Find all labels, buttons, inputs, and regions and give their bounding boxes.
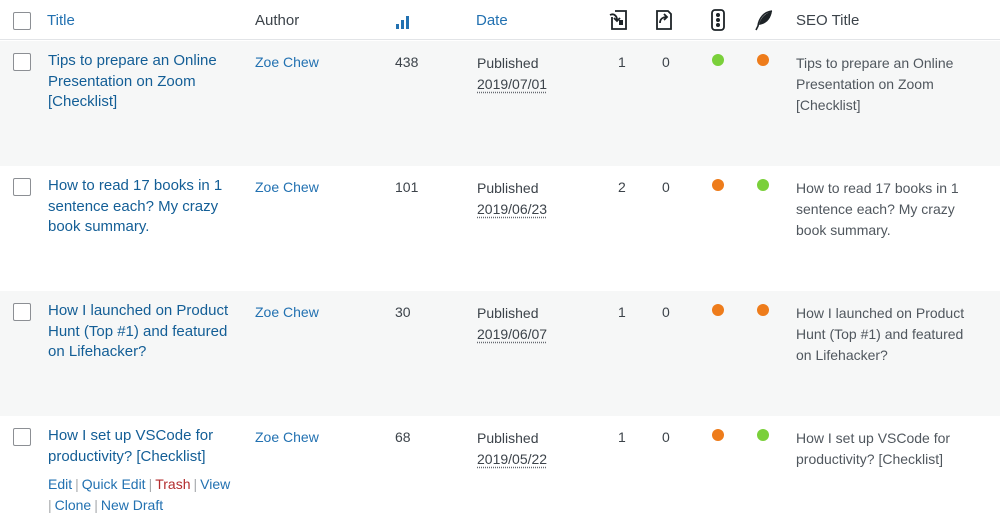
post-date: Published 2019/07/01 — [477, 53, 547, 95]
seo-score-indicator — [712, 179, 724, 191]
action-separator: | — [193, 476, 198, 492]
table-row: How to read 17 books in 1 sentence each?… — [0, 166, 1000, 291]
post-title-line: Tips to prepare an Online — [48, 52, 217, 69]
post-title-line: on Lifehacker? — [48, 343, 147, 360]
post-title-line: [Checklist] — [48, 93, 118, 110]
outgoing-links-icon — [656, 10, 672, 30]
view-link[interactable]: View — [200, 476, 230, 492]
column-date-sort[interactable]: Date — [476, 12, 508, 30]
seo-title-line: How I set up VSCode for — [796, 430, 951, 446]
seo-title-line: book summary. — [796, 222, 891, 238]
readability-indicator — [757, 54, 769, 66]
seo-title-line: productivity? [Checklist] — [796, 451, 944, 467]
row-checkbox[interactable] — [13, 53, 31, 71]
action-separator: | — [148, 476, 153, 492]
post-title-link[interactable]: Tips to prepare an Online Presentation o… — [48, 51, 238, 113]
select-all-checkbox[interactable] — [13, 12, 31, 30]
feather-icon — [755, 10, 773, 31]
post-title-line: sentence each? My crazy — [48, 197, 219, 215]
post-status: Published — [477, 430, 539, 446]
author-link[interactable]: Zoe Chew — [255, 53, 319, 71]
seo-score-indicator — [712, 304, 724, 316]
publish-date: 2019/07/01 — [477, 76, 548, 92]
post-title-line: productivity? [Checklist] — [48, 447, 206, 465]
seo-title-line: [Checklist] — [796, 97, 861, 113]
seo-title: Tips to prepare an Online Presentation o… — [796, 53, 996, 116]
post-title-link[interactable]: How to read 17 books in 1 sentence each?… — [48, 176, 238, 238]
bar-chart-icon[interactable] — [395, 14, 411, 30]
column-title-sort[interactable]: Title — [47, 12, 75, 30]
post-title-line: Presentation on Zoom — [48, 72, 196, 90]
seo-title: How to read 17 books in 1 sentence each?… — [796, 178, 996, 241]
row-checkbox[interactable] — [13, 178, 31, 196]
seo-score-indicator — [712, 429, 724, 441]
post-title-line: book summary. — [48, 218, 150, 235]
post-date: Published 2019/06/23 — [477, 178, 547, 220]
seo-title-line: Tips to prepare an Online — [796, 55, 954, 71]
readability-indicator — [757, 179, 769, 191]
view-count: 101 — [395, 179, 419, 195]
readability-indicator — [757, 429, 769, 441]
publish-date: 2019/06/07 — [477, 326, 548, 342]
post-title-link[interactable]: How I launched on Product Hunt (Top #1) … — [48, 301, 238, 363]
post-title-line: How I set up VSCode for — [48, 427, 214, 444]
outgoing-links-count: 0 — [662, 54, 670, 70]
publish-date: 2019/06/23 — [477, 201, 548, 217]
action-separator: | — [94, 497, 98, 513]
table-row: How I launched on Product Hunt (Top #1) … — [0, 291, 1000, 416]
post-title-line: Hunt (Top #1) and featured — [48, 322, 228, 340]
view-count: 30 — [395, 304, 411, 320]
post-status: Published — [477, 180, 539, 196]
outgoing-links-count: 0 — [662, 179, 670, 195]
view-count: 68 — [395, 429, 411, 445]
seo-score-indicator — [712, 54, 724, 66]
post-date: Published 2019/05/22 — [477, 428, 547, 470]
incoming-links-icon — [609, 10, 627, 30]
seo-title-line: Hunt (Top #1) and featured — [796, 326, 964, 342]
column-author: Author — [255, 12, 300, 29]
table-row: Tips to prepare an Online Presentation o… — [0, 41, 1000, 166]
trash-link[interactable]: Trash — [155, 476, 190, 492]
outgoing-links-count: 0 — [662, 304, 670, 320]
action-separator: | — [75, 476, 79, 492]
author-link[interactable]: Zoe Chew — [255, 303, 319, 321]
column-seo-title: SEO Title — [796, 12, 860, 29]
quick-edit-link[interactable]: Quick Edit — [82, 476, 146, 492]
seo-title: How I set up VSCode for productivity? [C… — [796, 428, 996, 470]
post-title-line: How I launched on Product — [48, 302, 229, 319]
clone-link[interactable]: Clone — [55, 497, 92, 513]
publish-date: 2019/05/22 — [477, 451, 548, 467]
readability-indicator — [757, 304, 769, 316]
seo-title-line: on Lifehacker? — [796, 347, 888, 363]
post-title-link[interactable]: How I set up VSCode for productivity? [C… — [48, 426, 238, 467]
post-status: Published — [477, 55, 539, 71]
seo-title-line: How to read 17 books in 1 — [796, 180, 959, 196]
post-date: Published 2019/06/07 — [477, 303, 547, 345]
action-separator: | — [48, 497, 52, 513]
incoming-links-count: 1 — [618, 304, 626, 320]
table-row: How I set up VSCode for productivity? [C… — [0, 416, 1000, 525]
edit-link[interactable]: Edit — [48, 476, 72, 492]
author-link[interactable]: Zoe Chew — [255, 178, 319, 196]
traffic-light-icon — [711, 9, 725, 31]
row-actions: Edit | Quick Edit | Trash | View | Clone | New Dr… — [48, 474, 248, 516]
author-link[interactable]: Zoe Chew — [255, 428, 319, 446]
incoming-links-count: 1 — [618, 429, 626, 445]
outgoing-links-count: 0 — [662, 429, 670, 445]
post-title-line: How to read 17 books in 1 — [48, 177, 223, 194]
seo-title-line: sentence each? My crazy — [796, 201, 955, 217]
seo-title-line: How I launched on Product — [796, 305, 965, 321]
row-checkbox[interactable] — [13, 303, 31, 321]
new-draft-link[interactable]: New Draft — [101, 497, 163, 513]
incoming-links-count: 1 — [618, 54, 626, 70]
incoming-links-count: 2 — [618, 179, 626, 195]
post-status: Published — [477, 305, 539, 321]
seo-title: How I launched on Product Hunt (Top #1) … — [796, 303, 996, 366]
posts-table: Title Author Date SEO Title Tips to prep… — [0, 0, 1000, 525]
view-count: 438 — [395, 54, 419, 70]
row-checkbox[interactable] — [13, 428, 31, 446]
seo-title-line: Presentation on Zoom — [796, 76, 934, 92]
table-header: Title Author Date SEO Title — [0, 0, 1000, 40]
